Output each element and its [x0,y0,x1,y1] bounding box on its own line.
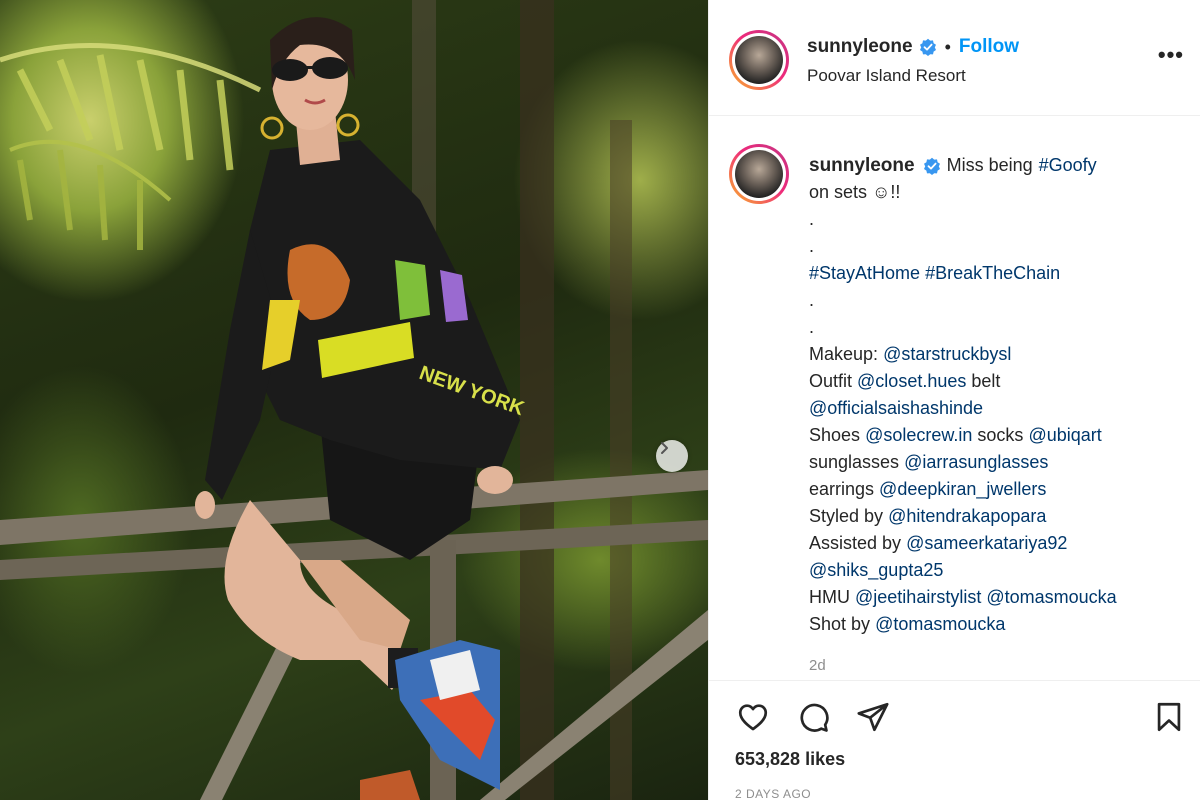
caption-dot: . [809,236,815,256]
location-link[interactable]: Poovar Island Resort [807,66,966,86]
caption-dot: . [809,317,815,337]
verified-badge-icon [923,157,940,175]
credit-label: Shot by [809,614,871,634]
mention-link[interactable]: @closet.hues [857,371,966,391]
share-button[interactable] [853,697,893,737]
hashtag-stayathome[interactable]: #StayAtHome [809,263,920,283]
mention-link[interactable]: @sameerkatariya92 [906,533,1067,553]
more-options-button[interactable]: ••• [1158,44,1184,66]
caption-text-after: on sets ☺!! [809,182,901,202]
chevron-right-icon [661,442,668,454]
bookmark-icon [1157,702,1181,732]
avatar[interactable] [729,144,789,204]
post-photo[interactable]: NEW YORK [0,0,708,800]
verified-badge-icon [919,38,936,56]
mention-link[interactable]: @officialsaishashinde [809,398,983,418]
credit-label: Styled by [809,506,884,526]
credit-label: Assisted by [809,533,902,553]
paper-plane-icon [857,702,889,732]
credit-label: belt [971,371,1001,391]
credit-label: earrings [809,479,875,499]
mention-link[interactable]: @jeetihairstylist [855,587,981,607]
mention-link[interactable]: @iarrasunglasses [904,452,1048,472]
mention-link[interactable]: @starstruckbysl [883,344,1011,364]
mention-link[interactable]: @deepkiran_jwellers [879,479,1046,499]
post-username[interactable]: sunnyleone [807,36,913,58]
caption-dot: . [809,209,815,229]
credit-label: socks [977,425,1024,445]
caption-username[interactable]: sunnyleone [809,152,915,179]
credit-label: Makeup: [809,344,879,364]
mention-link[interactable]: @shiks_gupta25 [809,560,943,580]
comment-button[interactable] [793,697,833,737]
caption-text: sunnyleone Miss being #Goofy on sets ☺!!… [809,152,1189,679]
hashtag-breakthechain[interactable]: #BreakTheChain [925,263,1060,283]
credit-label: Shoes [809,425,861,445]
caption-section: sunnyleone Miss being #Goofy on sets ☺!!… [709,116,1200,680]
mention-link[interactable]: @ubiqart [1028,425,1101,445]
post-actions: 653,828 likes 2 DAYS AGO [709,680,1200,800]
credit-label: HMU [809,587,850,607]
post-side-panel: sunnyleone • Follow Poovar Island Resort… [708,0,1200,800]
post-date[interactable]: 2 DAYS AGO [735,787,811,800]
like-button[interactable] [733,697,773,737]
next-photo-button[interactable] [656,440,688,472]
comment-icon [800,703,829,732]
hashtag-goofy[interactable]: #Goofy [1039,152,1097,179]
mention-link[interactable]: @hitendrakapopara [888,506,1046,526]
follow-button[interactable]: Follow [959,36,1019,58]
likes-count[interactable]: 653,828 likes [735,749,845,770]
mention-link[interactable]: @solecrew.in [865,425,972,445]
avatar[interactable] [729,30,789,90]
mention-link[interactable]: @tomasmoucka [986,587,1116,607]
photo-illustration: NEW YORK [0,0,708,800]
separator-dot: • [944,36,951,57]
credit-label: Outfit [809,371,853,391]
save-button[interactable] [1149,697,1189,737]
caption-text-before: Miss being [946,155,1033,175]
credit-label: sunglasses [809,452,900,472]
heart-icon [738,704,768,731]
caption-timestamp[interactable]: 2d [809,652,1189,679]
mention-link[interactable]: @tomasmoucka [875,614,1005,634]
post-header: sunnyleone • Follow Poovar Island Resort… [709,0,1200,116]
caption-dot: . [809,290,815,310]
